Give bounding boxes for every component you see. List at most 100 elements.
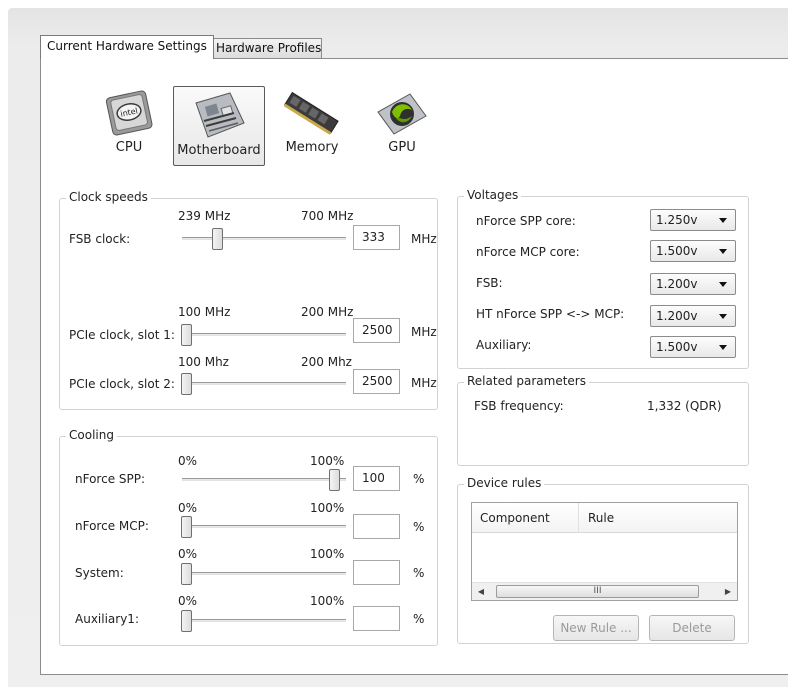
voltage-auxiliary-label: Auxiliary: [476,338,532,352]
voltage-mcp-core-select[interactable]: 1.500v [650,240,736,262]
fsb-max-label: 700 MHz [301,209,354,223]
memory-icon [283,91,339,135]
chevron-down-icon [719,218,727,223]
aux1-fan-label: Auxiliary1: [75,612,139,626]
system-fan-input[interactable] [353,560,400,585]
pcie2-max-label: 200 Mhz [301,355,352,369]
chevron-down-icon [719,314,727,319]
voltage-spp-core-select[interactable]: 1.250v [650,209,736,231]
spp-min-label: 0% [178,454,198,468]
device-rules-list[interactable]: Component Rule ◀ III ▶ [471,502,738,601]
pcie1-slider-track[interactable] [182,333,346,336]
fsb-min-label: 239 MHz [178,209,231,223]
new-rule-button[interactable]: New Rule ... [553,615,639,641]
system-min-label: 0% [178,547,198,561]
mcp-fan-input[interactable] [353,514,400,539]
motherboard-icon [195,92,245,138]
voltage-ht-value: 1.200v [656,309,698,323]
voltage-fsb-label: FSB: [476,276,503,290]
aux1-min-label: 0% [178,594,198,608]
pcie1-clock-input[interactable]: 2500 [353,318,400,343]
device-rules-title: Device rules [464,476,545,490]
spp-max-label: 100% [310,454,345,468]
pcie2-clock-label: PCIe clock, slot 2: [69,377,175,391]
voltage-ht-label: HT nForce SPP <-> MCP: [476,307,625,321]
aux1-slider-thumb[interactable] [181,610,192,632]
voltage-ht-select[interactable]: 1.200v [650,305,736,327]
related-parameters-group: Related parameters [457,374,749,466]
hardware-item-cpu[interactable]: intel CPU [96,86,162,155]
fsb-frequency-label: FSB frequency: [474,399,564,413]
system-max-label: 100% [310,547,345,561]
spp-slider-track[interactable] [182,478,346,481]
horizontal-scrollbar[interactable]: ◀ III ▶ [472,582,737,600]
spp-fan-label: nForce SPP: [75,472,146,486]
chevron-down-icon [719,249,727,254]
fsb-slider-thumb[interactable] [212,228,223,250]
pcie1-max-label: 200 MHz [301,305,354,319]
voltage-spp-core-label: nForce SPP core: [476,214,576,228]
pcie2-slider-thumb[interactable] [181,373,192,395]
voltage-fsb-select[interactable]: 1.200v [650,273,736,295]
voltage-fsb-value: 1.200v [656,277,698,291]
delete-button[interactable]: Delete [649,615,735,641]
tab-hardware-profiles[interactable]: Hardware Profiles [209,38,322,58]
cpu-icon: intel [105,90,153,136]
mcp-fan-label: nForce MCP: [75,519,149,533]
voltage-mcp-core-label: nForce MCP core: [476,245,580,259]
pcie1-min-label: 100 MHz [178,305,231,319]
chevron-down-icon [719,345,727,350]
cpu-label: CPU [115,140,143,155]
pcie2-unit: MHz [411,376,437,390]
list-header: Component Rule [472,503,737,533]
column-divider[interactable] [578,503,579,533]
mcp-slider-thumb[interactable] [181,516,192,538]
mcp-slider-track[interactable] [182,525,346,528]
hardware-item-gpu[interactable]: GPU [372,86,432,155]
pcie1-unit: MHz [411,325,437,339]
spp-slider-thumb[interactable] [329,469,340,491]
gpu-icon [377,93,427,135]
fsb-frequency-value: 1,332 (QDR) [647,399,722,413]
column-component[interactable]: Component [480,511,550,525]
system-fan-label: System: [75,566,124,580]
chevron-down-icon [719,282,727,287]
voltages-title: Voltages [464,188,522,202]
pcie2-min-label: 100 Mhz [178,355,229,369]
voltage-auxiliary-select[interactable]: 1.500v [650,336,736,358]
aux1-slider-track[interactable] [182,619,346,622]
pcie2-clock-input[interactable]: 2500 [353,369,400,394]
aux1-unit: % [413,612,425,626]
system-slider-track[interactable] [182,572,346,575]
tab-current-hardware-settings[interactable]: Current Hardware Settings [40,35,214,59]
spp-fan-input[interactable]: 100 [353,466,400,491]
voltage-auxiliary-value: 1.500v [656,340,698,354]
related-parameters-title: Related parameters [464,374,589,388]
voltage-mcp-core-value: 1.500v [656,244,698,258]
mcp-max-label: 100% [310,501,345,515]
hardware-item-motherboard[interactable]: Motherboard [173,86,265,166]
clock-speeds-title: Clock speeds [66,190,151,204]
spp-unit: % [413,472,425,486]
mcp-unit: % [413,520,425,534]
mcp-min-label: 0% [178,501,198,515]
aux1-fan-input[interactable] [353,606,400,631]
fsb-slider-track[interactable] [182,237,346,240]
voltage-spp-core-value: 1.250v [656,213,698,227]
hardware-item-memory[interactable]: Memory [280,86,344,155]
scroll-right-icon[interactable]: ▶ [723,586,733,597]
fsb-clock-label: FSB clock: [69,232,131,246]
system-unit: % [413,566,425,580]
pcie1-slider-thumb[interactable] [181,324,192,346]
cooling-title: Cooling [66,428,117,442]
system-slider-thumb[interactable] [181,563,192,585]
scroll-left-icon[interactable]: ◀ [476,586,486,597]
motherboard-label: Motherboard [177,143,261,158]
column-rule[interactable]: Rule [588,511,614,525]
scrollbar-thumb[interactable]: III [496,585,699,598]
fsb-clock-input[interactable]: 333 [353,225,400,250]
gpu-label: GPU [388,140,416,155]
pcie2-slider-track[interactable] [182,382,346,385]
fsb-unit: MHz [411,232,437,246]
aux1-max-label: 100% [310,594,345,608]
